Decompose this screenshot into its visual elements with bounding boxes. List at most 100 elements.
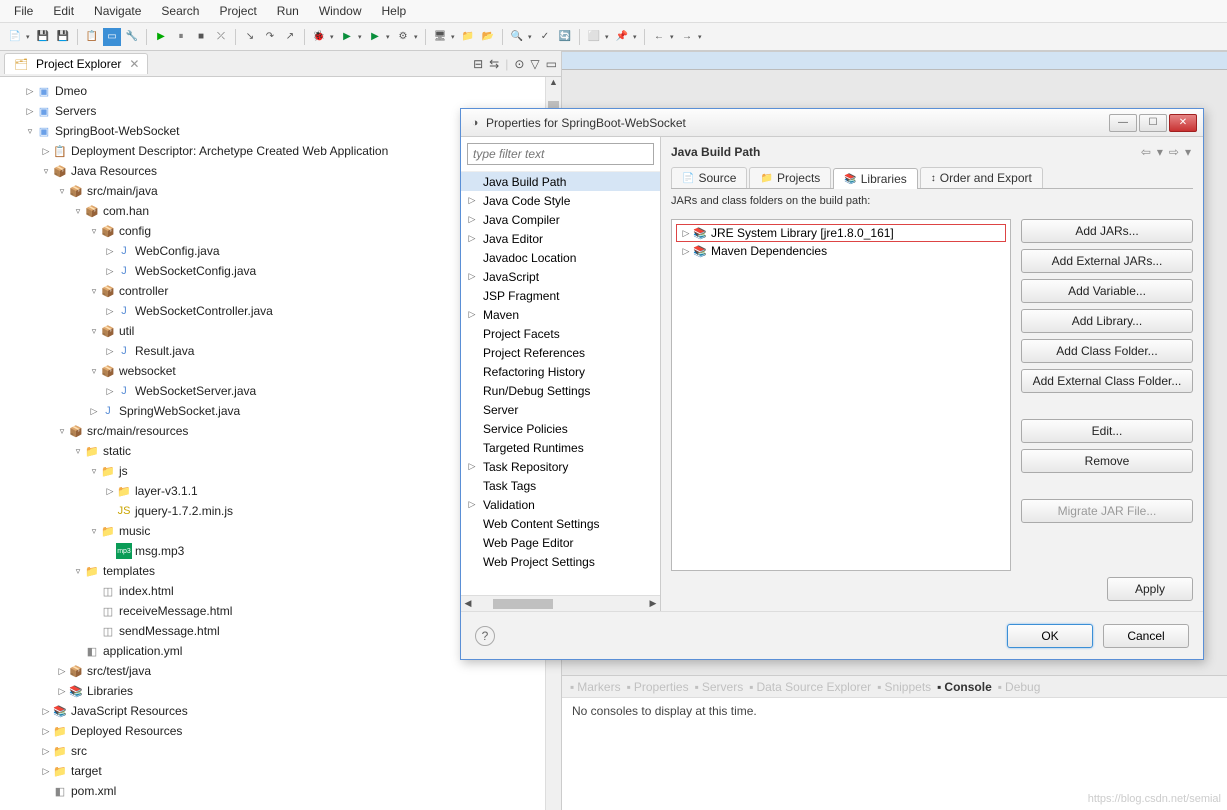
expand-icon[interactable]: ▿ xyxy=(56,186,68,197)
category-item[interactable]: Refactoring History xyxy=(461,362,660,381)
save-all-icon[interactable]: 💾 xyxy=(54,28,72,46)
back-arrow-icon[interactable]: ⇦ xyxy=(1139,145,1153,159)
disconnect-icon[interactable]: ⤫ xyxy=(212,28,230,46)
expand-icon[interactable]: ▷ xyxy=(680,228,692,239)
new-server-icon[interactable]: 🖥 xyxy=(431,28,449,46)
expand-icon[interactable]: ▿ xyxy=(72,566,84,577)
collapse-all-icon[interactable]: ⊟ xyxy=(473,57,483,71)
console-tab[interactable]: ▪Markers xyxy=(570,680,621,694)
expand-icon[interactable]: ▿ xyxy=(24,126,36,137)
menu-edit[interactable]: Edit xyxy=(43,2,84,20)
folder-icon[interactable]: 📁 xyxy=(459,28,477,46)
lib-action-button[interactable]: Add External Class Folder... xyxy=(1021,369,1193,393)
category-item[interactable]: JSP Fragment xyxy=(461,286,660,305)
tree-node[interactable]: ▷📚JavaScript Resources xyxy=(0,701,561,721)
menu-help[interactable]: Help xyxy=(372,2,417,20)
menu-file[interactable]: File xyxy=(4,2,43,20)
expand-icon[interactable]: ▷ xyxy=(104,386,116,397)
pin-icon[interactable]: 📌 xyxy=(613,28,631,46)
expand-icon[interactable]: ▷ xyxy=(56,686,68,697)
console-tab[interactable]: ▪Snippets xyxy=(877,680,931,694)
nav-history[interactable]: ⇦▾ ⇨▾ xyxy=(1139,145,1193,159)
tree-node[interactable]: ▷📁target xyxy=(0,761,561,781)
menu-project[interactable]: Project xyxy=(209,2,266,20)
expand-icon[interactable]: ▷ xyxy=(56,666,68,677)
step-over-icon[interactable]: ↷ xyxy=(261,28,279,46)
expand-icon[interactable]: ▷ xyxy=(24,86,36,97)
lib-action-button[interactable]: Edit... xyxy=(1021,419,1193,443)
project-explorer-tab[interactable]: 🗂 Project Explorer ✕ xyxy=(4,53,148,74)
category-item[interactable]: Server xyxy=(461,400,660,419)
lib-action-button[interactable]: Add Library... xyxy=(1021,309,1193,333)
expand-icon[interactable]: ▷ xyxy=(467,499,477,510)
sync-icon[interactable]: 🔄 xyxy=(556,28,574,46)
tree-node[interactable]: ▷📦src/test/java xyxy=(0,661,561,681)
category-item[interactable]: ▷JavaScript xyxy=(461,267,660,286)
expand-icon[interactable]: ▷ xyxy=(467,461,477,472)
expand-icon[interactable]: ▿ xyxy=(88,366,100,377)
lib-action-button[interactable]: Remove xyxy=(1021,449,1193,473)
debug-icon[interactable]: 🐞 xyxy=(310,28,328,46)
expand-icon[interactable]: ▿ xyxy=(88,466,100,477)
category-item[interactable]: Web Project Settings xyxy=(461,552,660,571)
tree-node[interactable]: ▷▣Dmeo xyxy=(0,81,561,101)
run-last-icon[interactable]: ▶ xyxy=(366,28,384,46)
cancel-button[interactable]: Cancel xyxy=(1103,624,1189,648)
back-icon[interactable]: ← xyxy=(650,28,668,46)
expand-icon[interactable]: ▷ xyxy=(40,746,52,757)
buildpath-tabs[interactable]: 📄Source📁Projects📚Libraries↕Order and Exp… xyxy=(671,167,1193,189)
external-tools-icon[interactable]: ⚙ xyxy=(394,28,412,46)
minimize-icon[interactable]: ▭ xyxy=(546,57,557,71)
expand-icon[interactable]: ▷ xyxy=(104,266,116,277)
expand-icon[interactable]: ▿ xyxy=(88,326,100,337)
expand-icon[interactable]: ▷ xyxy=(24,106,36,117)
expand-icon[interactable]: ▷ xyxy=(467,233,477,244)
maximize-button[interactable]: ☐ xyxy=(1139,114,1167,132)
category-item[interactable]: Web Content Settings xyxy=(461,514,660,533)
lib-action-button[interactable]: Add Class Folder... xyxy=(1021,339,1193,363)
expand-icon[interactable]: ▷ xyxy=(467,271,477,282)
expand-icon[interactable]: ▷ xyxy=(104,486,116,497)
link-editor-icon[interactable]: ⇆ xyxy=(489,57,499,71)
expand-icon[interactable]: ▷ xyxy=(40,726,52,737)
folder2-icon[interactable]: 📂 xyxy=(479,28,497,46)
resume-icon[interactable]: ▶ xyxy=(152,28,170,46)
expand-icon[interactable]: ▿ xyxy=(72,446,84,457)
buildpath-tab[interactable]: 📄Source xyxy=(671,167,747,188)
menu-run[interactable]: Run xyxy=(267,2,309,20)
category-item[interactable]: ▷Java Editor xyxy=(461,229,660,248)
category-item[interactable]: Service Policies xyxy=(461,419,660,438)
category-item[interactable]: Project Facets xyxy=(461,324,660,343)
expand-icon[interactable]: ▷ xyxy=(40,706,52,717)
expand-icon[interactable]: ▷ xyxy=(467,214,477,225)
category-item[interactable]: ▷Java Code Style xyxy=(461,191,660,210)
expand-icon[interactable]: ▷ xyxy=(467,195,477,206)
expand-icon[interactable]: ▷ xyxy=(104,306,116,317)
console-tab[interactable]: ▪Properties xyxy=(627,680,689,694)
tree-node[interactable]: ▷📚Libraries xyxy=(0,681,561,701)
category-item[interactable]: ▷Task Repository xyxy=(461,457,660,476)
apply-button[interactable]: Apply xyxy=(1107,577,1193,601)
expand-icon[interactable]: ▷ xyxy=(680,246,692,257)
category-item[interactable]: Task Tags xyxy=(461,476,660,495)
menu-search[interactable]: Search xyxy=(151,2,209,20)
libraries-tree[interactable]: ▷📚JRE System Library [jre1.8.0_161]▷📚Mav… xyxy=(671,219,1011,571)
expand-icon[interactable]: ▷ xyxy=(467,309,477,320)
buildpath-tab[interactable]: 📁Projects xyxy=(749,167,831,188)
console-tab[interactable]: ▪Console xyxy=(937,680,992,694)
category-item[interactable]: Project References xyxy=(461,343,660,362)
category-item[interactable]: ▷Java Compiler xyxy=(461,210,660,229)
expand-icon[interactable]: ▿ xyxy=(72,206,84,217)
lib-action-button[interactable]: Add Variable... xyxy=(1021,279,1193,303)
tree-node[interactable]: ▷📁Deployed Resources xyxy=(0,721,561,741)
minimize-button[interactable]: — xyxy=(1109,114,1137,132)
stop-icon[interactable]: ■ xyxy=(192,28,210,46)
buildpath-tab[interactable]: ↕Order and Export xyxy=(920,167,1043,188)
close-button[interactable]: ✕ xyxy=(1169,114,1197,132)
expand-icon[interactable]: ▷ xyxy=(104,246,116,257)
expand-icon[interactable]: ▿ xyxy=(88,226,100,237)
help-icon[interactable]: ? xyxy=(475,626,495,646)
tree-node[interactable]: ◧pom.xml xyxy=(0,781,561,801)
expand-icon[interactable]: ▿ xyxy=(56,426,68,437)
save-icon[interactable]: 💾 xyxy=(34,28,52,46)
